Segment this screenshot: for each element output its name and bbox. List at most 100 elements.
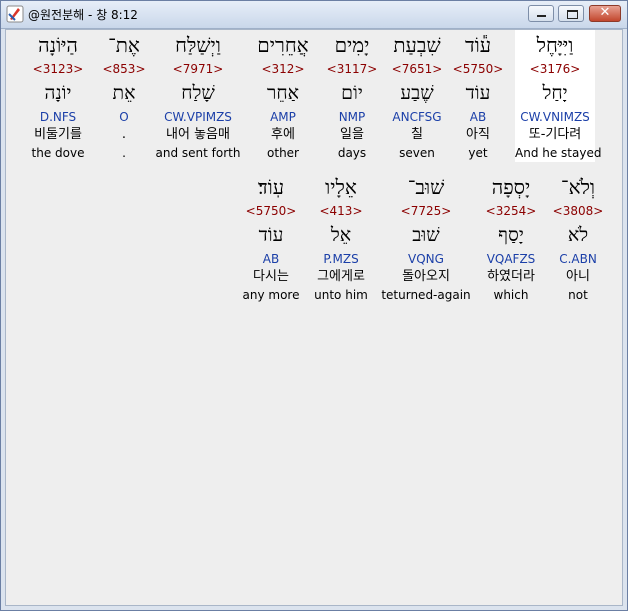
korean-gloss: . bbox=[121, 127, 127, 142]
word-block[interactable]: שִׁבְעַת <7651> שֶׁבַע ANCFSG 칠 seven bbox=[382, 30, 452, 162]
close-button[interactable]: ✕ bbox=[589, 5, 621, 22]
strong-number: <5750> bbox=[452, 62, 504, 76]
korean-gloss: 일을 bbox=[340, 127, 364, 142]
close-icon: ✕ bbox=[599, 5, 611, 20]
korean-gloss: 후에 bbox=[271, 127, 295, 142]
hebrew-lemma: יוֹנָה bbox=[44, 82, 72, 104]
strong-number: <312> bbox=[261, 62, 305, 76]
hebrew-lemma: אֵל bbox=[330, 224, 352, 246]
parsing-code: CW.VPIMZS bbox=[164, 110, 232, 124]
word-block[interactable]: וַיִּיָּחֶל <3176> יָחַל CW.VNIMZS 또-기다려… bbox=[515, 30, 602, 162]
strong-number: <5750> bbox=[245, 204, 297, 218]
word-block[interactable]: וְלֹא־ <3808> לֹא C.ABN 아니 not bbox=[548, 172, 608, 304]
korean-gloss: 그에게로 bbox=[317, 269, 365, 284]
hebrew-word: שִׁבְעַת bbox=[393, 33, 441, 57]
korean-gloss: 내어 놓음매 bbox=[166, 127, 230, 142]
word-block[interactable]: שׁוּב־ <7725> שׁוּב VQNG 돌아오지 teturned-a… bbox=[378, 172, 474, 304]
parsing-code: P.MZS bbox=[323, 252, 359, 266]
hebrew-word: יָסְפָה bbox=[491, 175, 531, 199]
hebrew-lemma: עוֹד bbox=[258, 224, 284, 246]
strong-number: <413> bbox=[319, 204, 363, 218]
english-gloss: not bbox=[568, 288, 588, 302]
english-gloss: other bbox=[267, 146, 299, 160]
interlinear-panel: וַיִּיָּחֶל <3176> יָחַל CW.VNIMZS 또-기다려… bbox=[5, 29, 623, 606]
hebrew-word: אֶת־ bbox=[108, 33, 140, 57]
word-block[interactable]: אֶת־ <853> אֵת O . . bbox=[94, 30, 154, 162]
strong-number: <3808> bbox=[552, 204, 604, 218]
parsing-code: O bbox=[119, 110, 129, 124]
hebrew-lemma: שָׁלַח bbox=[181, 82, 215, 104]
hebrew-word: שׁוּב־ bbox=[407, 175, 445, 199]
korean-gloss: 또-기다려 bbox=[528, 127, 582, 142]
hebrew-lemma: יוֹם bbox=[341, 82, 363, 104]
english-gloss: and sent forth bbox=[155, 146, 241, 160]
hebrew-lemma: עוֹד bbox=[465, 82, 491, 104]
hebrew-word: הַיּוֹנָה bbox=[38, 33, 78, 57]
hebrew-word: וַיִּיָּחֶל bbox=[536, 33, 574, 57]
strong-number: <3123> bbox=[32, 62, 84, 76]
maximize-button[interactable] bbox=[558, 5, 584, 22]
english-gloss: unto him bbox=[314, 288, 368, 302]
english-gloss: And he stayed bbox=[515, 146, 602, 160]
english-gloss: any more bbox=[242, 288, 300, 302]
parsing-code: C.ABN bbox=[559, 252, 597, 266]
parsing-code: VQNG bbox=[408, 252, 444, 266]
korean-gloss: 칠 bbox=[411, 127, 423, 142]
strong-number: <7971> bbox=[172, 62, 224, 76]
parsing-code: D.NFS bbox=[39, 110, 77, 124]
english-gloss: days bbox=[337, 146, 367, 160]
word-block[interactable]: יָסְפָה <3254> יָסַף VQAFZS 하였더라 which bbox=[474, 172, 548, 304]
app-window: @원전분해 - 창 8:12 ✕ וַיִּיָּחֶל <3176> יָחַ… bbox=[0, 0, 628, 611]
hebrew-lemma: יָחַל bbox=[542, 82, 568, 104]
english-gloss: yet bbox=[468, 146, 488, 160]
app-icon bbox=[6, 5, 24, 23]
hebrew-lemma: אַחֵר bbox=[267, 82, 299, 104]
hebrew-word: יָמִים bbox=[334, 33, 370, 57]
hebrew-lemma: שׁוּב bbox=[412, 224, 440, 246]
maximize-icon bbox=[567, 10, 578, 19]
word-block[interactable]: הַיּוֹנָה <3123> יוֹנָה D.NFS 비둘기를 the d… bbox=[18, 30, 98, 162]
parsing-code: VQAFZS bbox=[486, 252, 536, 266]
english-gloss: the dove bbox=[31, 146, 85, 160]
strong-number: <7725> bbox=[400, 204, 452, 218]
english-gloss: which bbox=[493, 288, 529, 302]
korean-gloss: 다시는 bbox=[253, 269, 289, 284]
word-block[interactable]: אֵלָיו <413> אֵל P.MZS 그에게로 unto him bbox=[304, 172, 378, 304]
korean-gloss: 비둘기를 bbox=[34, 127, 82, 142]
word-block[interactable]: וַיְשַׁלַּח <7971> שָׁלַח CW.VPIMZS 내어 놓… bbox=[152, 30, 244, 162]
korean-gloss: 하였더라 bbox=[487, 269, 535, 284]
hebrew-word: עֽוֹד׃ bbox=[257, 175, 285, 199]
title-bar[interactable]: @원전분해 - 창 8:12 ✕ bbox=[1, 1, 627, 29]
hebrew-word: ע֕וֹד bbox=[464, 33, 492, 57]
strong-number: <3117> bbox=[326, 62, 378, 76]
english-gloss: seven bbox=[399, 146, 435, 160]
parsing-code: AB bbox=[262, 252, 280, 266]
word-block[interactable]: ע֕וֹד <5750> עוֹד AB 아직 yet bbox=[443, 30, 513, 162]
korean-gloss: 돌아오지 bbox=[402, 269, 450, 284]
parsing-code: CW.VNIMZS bbox=[520, 110, 590, 124]
korean-gloss: 아니 bbox=[566, 269, 590, 284]
parsing-code: NMP bbox=[338, 110, 366, 124]
hebrew-word: אֵלָיו bbox=[325, 175, 357, 199]
window-title: @원전분해 - 창 8:12 bbox=[28, 8, 138, 22]
english-gloss: teturned-again bbox=[381, 288, 471, 302]
strong-number: <853> bbox=[102, 62, 146, 76]
strong-number: <3176> bbox=[529, 62, 581, 76]
english-gloss: . bbox=[122, 146, 126, 160]
minimize-icon bbox=[537, 15, 546, 17]
minimize-button[interactable] bbox=[528, 5, 554, 22]
parsing-code: AB bbox=[469, 110, 487, 124]
hebrew-lemma: אֵת bbox=[112, 82, 136, 104]
word-block[interactable]: עֽוֹד׃ <5750> עוֹד AB 다시는 any more bbox=[236, 172, 306, 304]
parsing-code: ANCFSG bbox=[392, 110, 442, 124]
parsing-code: AMP bbox=[270, 110, 296, 124]
hebrew-lemma: שֶׁבַע bbox=[400, 82, 434, 104]
strong-number: <7651> bbox=[391, 62, 443, 76]
word-block[interactable]: אֲחֵרִים <312> אַחֵר AMP 후에 other bbox=[243, 30, 323, 162]
hebrew-lemma: לֹא bbox=[567, 224, 589, 246]
word-block[interactable]: יָמִים <3117> יוֹם NMP 일을 days bbox=[317, 30, 387, 162]
hebrew-word: וְלֹא־ bbox=[560, 175, 596, 199]
hebrew-word: וַיְשַׁלַּח bbox=[175, 33, 221, 57]
korean-gloss: 아직 bbox=[466, 127, 490, 142]
strong-number: <3254> bbox=[485, 204, 537, 218]
